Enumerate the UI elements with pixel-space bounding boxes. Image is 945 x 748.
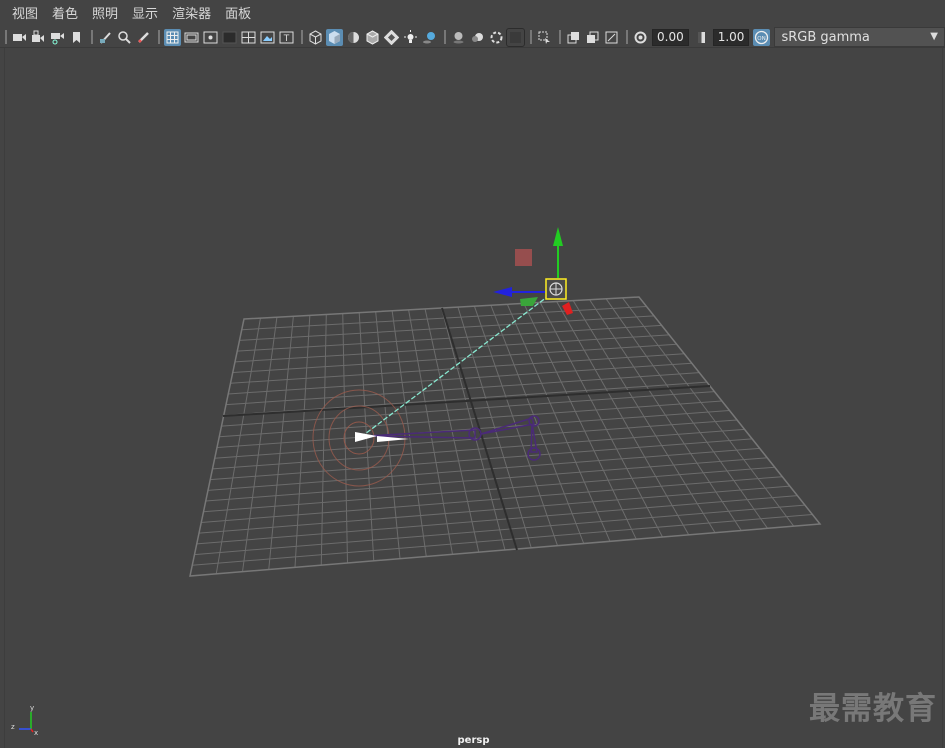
film-gate-icon[interactable]	[183, 29, 200, 46]
toolbar-separator	[530, 30, 532, 44]
menu-renderer[interactable]: 渲染器	[165, 0, 218, 27]
gamma-field[interactable]: 1.00	[712, 28, 750, 46]
svg-text:T: T	[283, 34, 290, 44]
axis-y-label: y	[30, 704, 34, 712]
grid-line	[207, 447, 760, 491]
toolbar-separator	[444, 30, 446, 44]
grid-icon[interactable]	[164, 28, 181, 46]
smooth-shade-icon[interactable]	[326, 28, 343, 46]
exposure-icon[interactable]	[632, 29, 649, 46]
menu-show[interactable]: 显示	[125, 0, 165, 27]
toolbar-separator	[626, 30, 628, 44]
camera-name-label: persp	[457, 735, 490, 746]
wireframe-icon[interactable]	[307, 29, 324, 46]
chevron-down-icon: ▼	[930, 31, 938, 42]
grid-line	[622, 297, 795, 527]
grid-line	[214, 419, 738, 459]
toolbar-separator	[5, 30, 7, 44]
view-axis-indicator: y z x	[11, 704, 38, 737]
viewport-scene: y z x	[11, 227, 822, 737]
grid-line	[523, 303, 637, 540]
screen-space-ao-icon[interactable]	[450, 29, 467, 46]
lock-camera-icon[interactable]	[30, 29, 47, 46]
exposure-field[interactable]: 0.00	[652, 28, 689, 46]
color-space-dropdown[interactable]: sRGB gamma ▼	[774, 27, 945, 47]
menu-bar: 视图 着色 照明 显示 渲染器 面板	[0, 0, 945, 28]
color-management-icon[interactable]: ON	[753, 28, 771, 46]
multisample-aa-icon[interactable]	[488, 29, 505, 46]
grid-line	[210, 438, 753, 481]
menu-shading[interactable]: 着色	[45, 0, 85, 27]
grid-line	[212, 428, 745, 470]
textured-icon[interactable]	[383, 29, 400, 46]
menu-panels[interactable]: 面板	[218, 0, 258, 27]
xray-joints-icon[interactable]	[603, 29, 620, 46]
grid-line	[192, 514, 813, 566]
toolbar-separator	[559, 30, 561, 44]
select-camera-icon[interactable]	[11, 29, 28, 46]
bookmark-icon[interactable]	[68, 29, 85, 46]
axis-z-label: z	[11, 723, 15, 731]
perspective-viewport[interactable]: y z x persp	[4, 48, 943, 748]
resolution-gate-icon[interactable]	[202, 29, 219, 46]
menu-view[interactable]: 视图	[0, 0, 45, 27]
2d-pan-zoom-icon[interactable]	[116, 29, 133, 46]
xray-icon[interactable]	[565, 29, 582, 46]
grease-pencil-icon[interactable]	[135, 29, 152, 46]
panel-toolbar: T 0.00 1.00 ON sRGB gamma ▼	[0, 27, 945, 48]
menu-lighting[interactable]: 照明	[85, 0, 125, 27]
motion-blur-icon[interactable]	[469, 29, 486, 46]
image-plane-icon[interactable]	[97, 29, 114, 46]
svg-text:ON: ON	[758, 36, 766, 42]
toolbar-separator	[91, 30, 93, 44]
use-all-lights-icon[interactable]	[402, 29, 419, 46]
depth-of-field-icon[interactable]	[506, 27, 525, 47]
toolbar-separator	[301, 30, 303, 44]
watermark-text: 最需教育	[809, 691, 937, 727]
wireframe-on-shaded-icon[interactable]	[364, 29, 381, 46]
gate-mask-icon[interactable]	[221, 29, 238, 46]
use-default-material-icon[interactable]	[345, 29, 362, 46]
grid-axis-line	[222, 385, 711, 417]
xray-active-components-icon[interactable]	[584, 29, 601, 46]
toolbar-separator	[158, 30, 160, 44]
camera-attributes-icon[interactable]	[49, 29, 66, 46]
gamma-icon[interactable]	[693, 29, 710, 46]
safe-action-icon[interactable]	[259, 29, 276, 46]
shadows-icon[interactable]	[421, 29, 438, 46]
field-chart-icon[interactable]	[240, 29, 257, 46]
grid-line	[539, 302, 663, 538]
safe-title-icon[interactable]: T	[278, 29, 295, 46]
isolate-select-icon[interactable]	[536, 29, 553, 46]
color-space-label: sRGB gamma	[781, 29, 870, 45]
